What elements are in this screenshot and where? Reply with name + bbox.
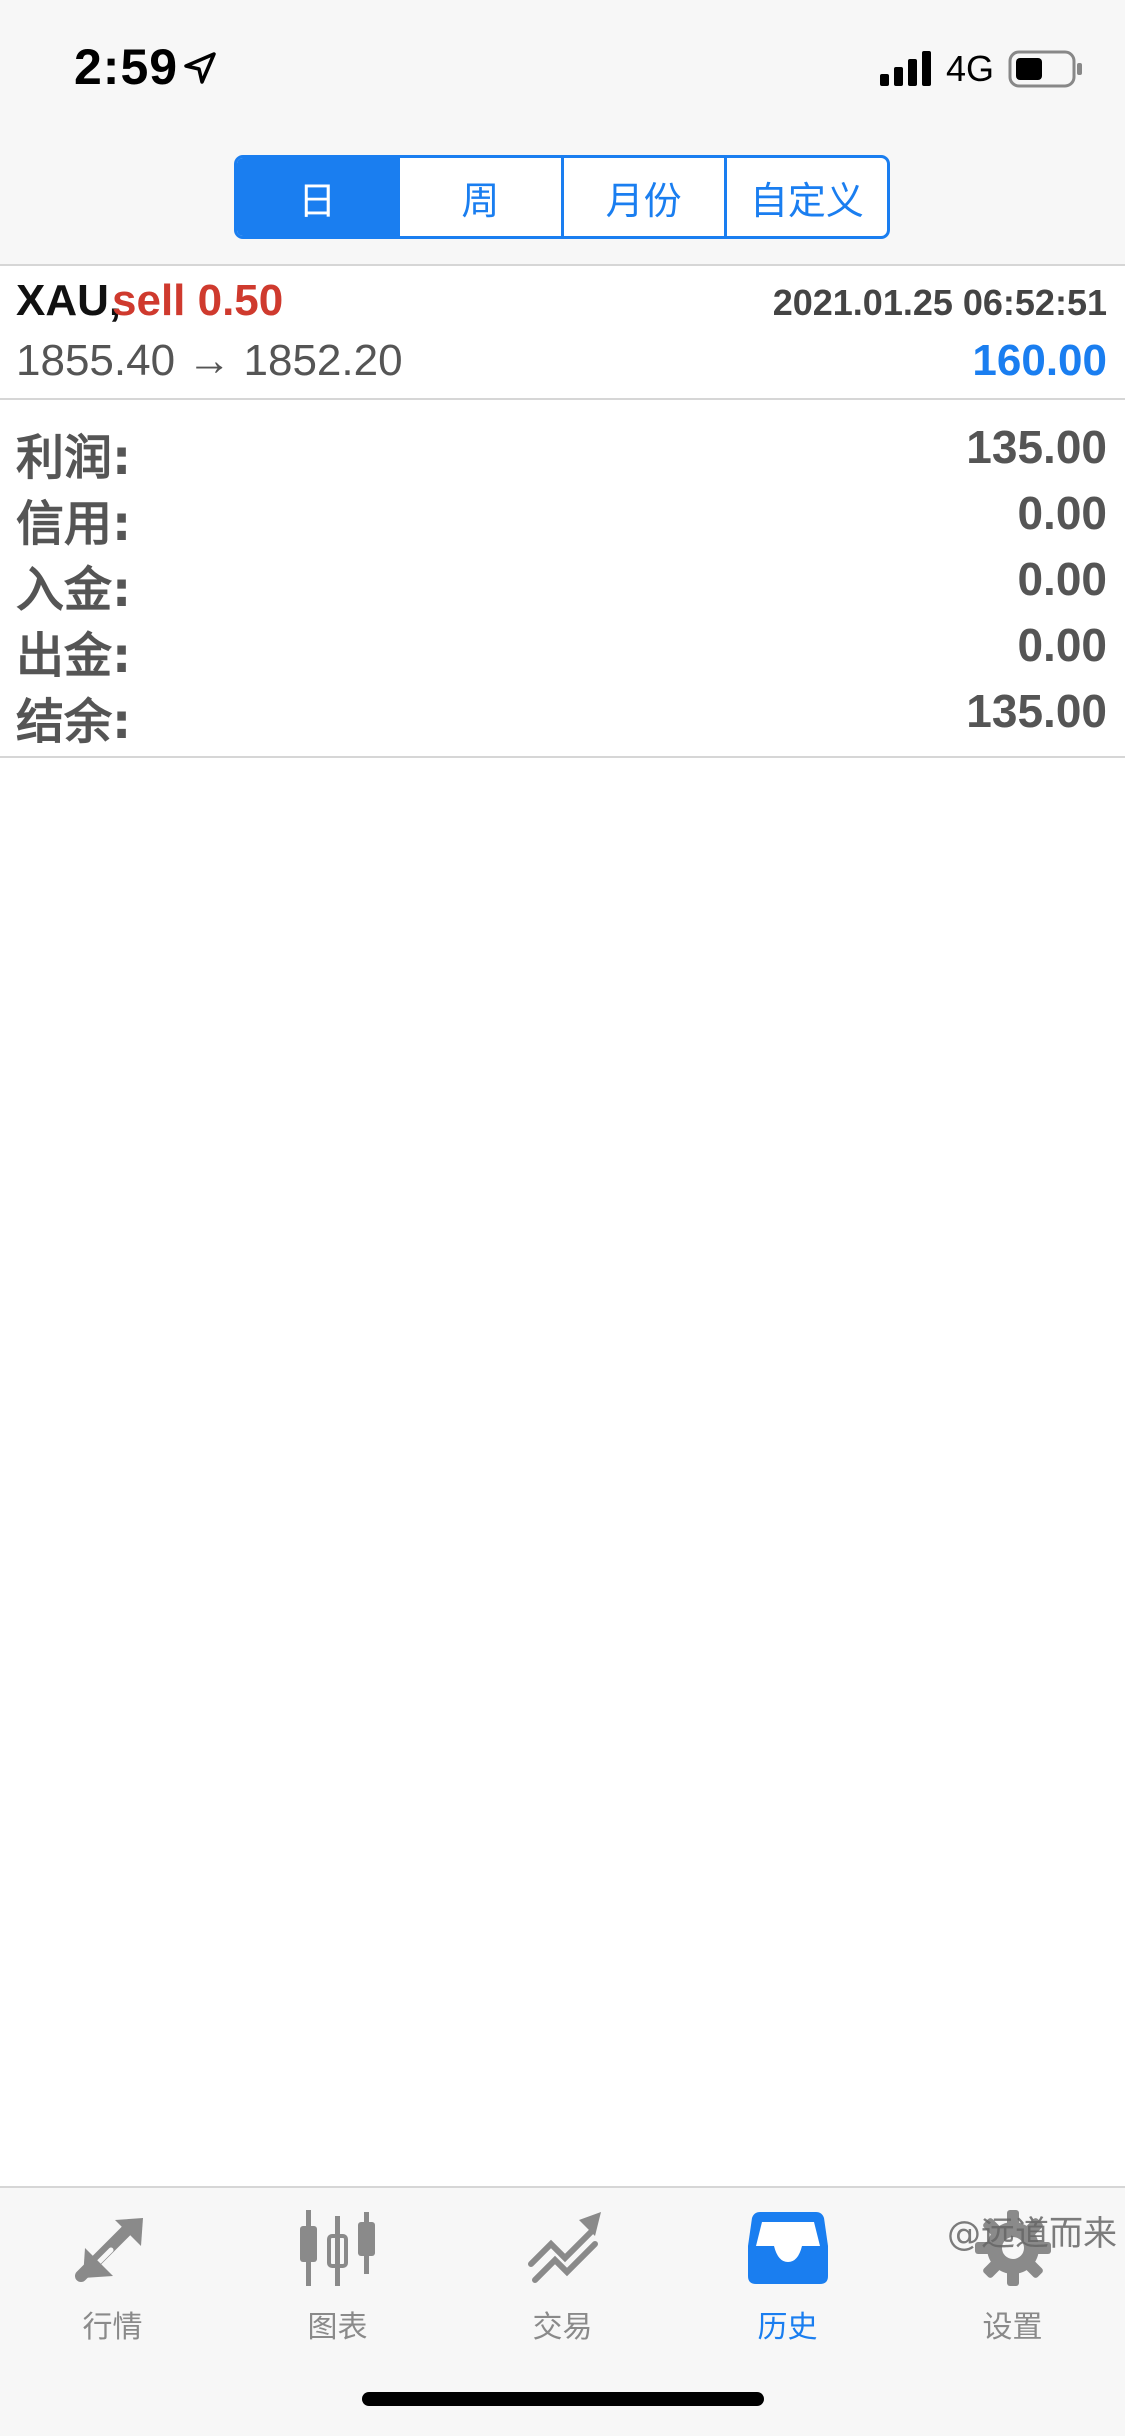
period-tab-day[interactable]: 日 xyxy=(237,158,401,236)
summary-row-credit: 信用: 0.00 xyxy=(0,480,1125,552)
battery-icon xyxy=(1008,50,1082,88)
period-segmented-control: 日 周 月份 自定义 xyxy=(234,155,890,239)
trade-profit: 160.00 xyxy=(972,336,1107,385)
period-tab-custom[interactable]: 自定义 xyxy=(727,158,887,236)
summary-label: 结余: xyxy=(16,694,132,750)
tab-label: 图表 xyxy=(307,2310,368,2345)
summary-value: 0.00 xyxy=(1017,553,1107,605)
trade-trend-icon xyxy=(527,2212,601,2283)
watermark: @远道而来 xyxy=(947,2214,1117,2254)
period-tab-week[interactable]: 周 xyxy=(400,158,564,236)
trade-history-item[interactable]: XAU, sell 0.50 2021.01.25 06:52:51 1855.… xyxy=(0,266,1125,400)
history-inbox-icon xyxy=(747,2212,828,2284)
trade-symbol: XAU, xyxy=(16,276,122,325)
candlestick-chart-icon xyxy=(299,2210,375,2286)
summary-value: 0.00 xyxy=(1017,619,1107,671)
period-tab-month[interactable]: 月份 xyxy=(564,158,727,236)
tab-history[interactable]: 历史 xyxy=(675,2206,900,2366)
summary-label: 入金: xyxy=(16,562,132,618)
status-time: 2:59 xyxy=(74,39,179,95)
quotes-arrows-icon xyxy=(74,2218,143,2282)
summary-row-profit: 利润: 135.00 xyxy=(0,414,1125,486)
summary-label: 出金: xyxy=(16,628,132,684)
network-type: 4G xyxy=(946,48,995,89)
home-indicator xyxy=(362,2392,764,2406)
tab-label: 设置 xyxy=(982,2310,1043,2345)
summary-value: 0.00 xyxy=(1017,487,1107,539)
trade-side-volume: sell 0.50 xyxy=(112,276,284,325)
summary-label: 信用: xyxy=(16,496,132,552)
top-bar: 2:59 4G 日 周 月份 自定义 xyxy=(0,0,1125,266)
summary-row-withdrawal: 出金: 0.00 xyxy=(0,612,1125,684)
summary-value: 135.00 xyxy=(966,421,1107,473)
summary-row-balance: 结余: 135.00 xyxy=(0,678,1125,750)
account-summary: 利润: 135.00 信用: 0.00 入金: 0.00 出金: 0.00 结余… xyxy=(0,400,1125,758)
summary-row-deposit: 入金: 0.00 xyxy=(0,546,1125,618)
summary-label: 利润: xyxy=(16,430,132,486)
tab-label: 交易 xyxy=(532,2310,593,2345)
tab-label: 行情 xyxy=(82,2310,143,2345)
history-screen: 2:59 4G 日 周 月份 自定义 XAU, sell 0.50 2021.0… xyxy=(0,0,1125,2436)
tab-label: 历史 xyxy=(757,2310,818,2345)
cellular-signal-icon xyxy=(880,51,931,86)
tab-charts[interactable]: 图表 xyxy=(225,2206,450,2366)
tab-trade[interactable]: 交易 xyxy=(450,2206,675,2366)
location-arrow-icon xyxy=(184,52,216,84)
summary-value: 135.00 xyxy=(966,685,1107,737)
tab-quotes[interactable]: 行情 xyxy=(0,2206,225,2366)
trade-open-close-prices: 1855.40 → 1852.20 xyxy=(16,336,403,385)
trade-time: 2021.01.25 06:52:51 xyxy=(772,282,1107,323)
